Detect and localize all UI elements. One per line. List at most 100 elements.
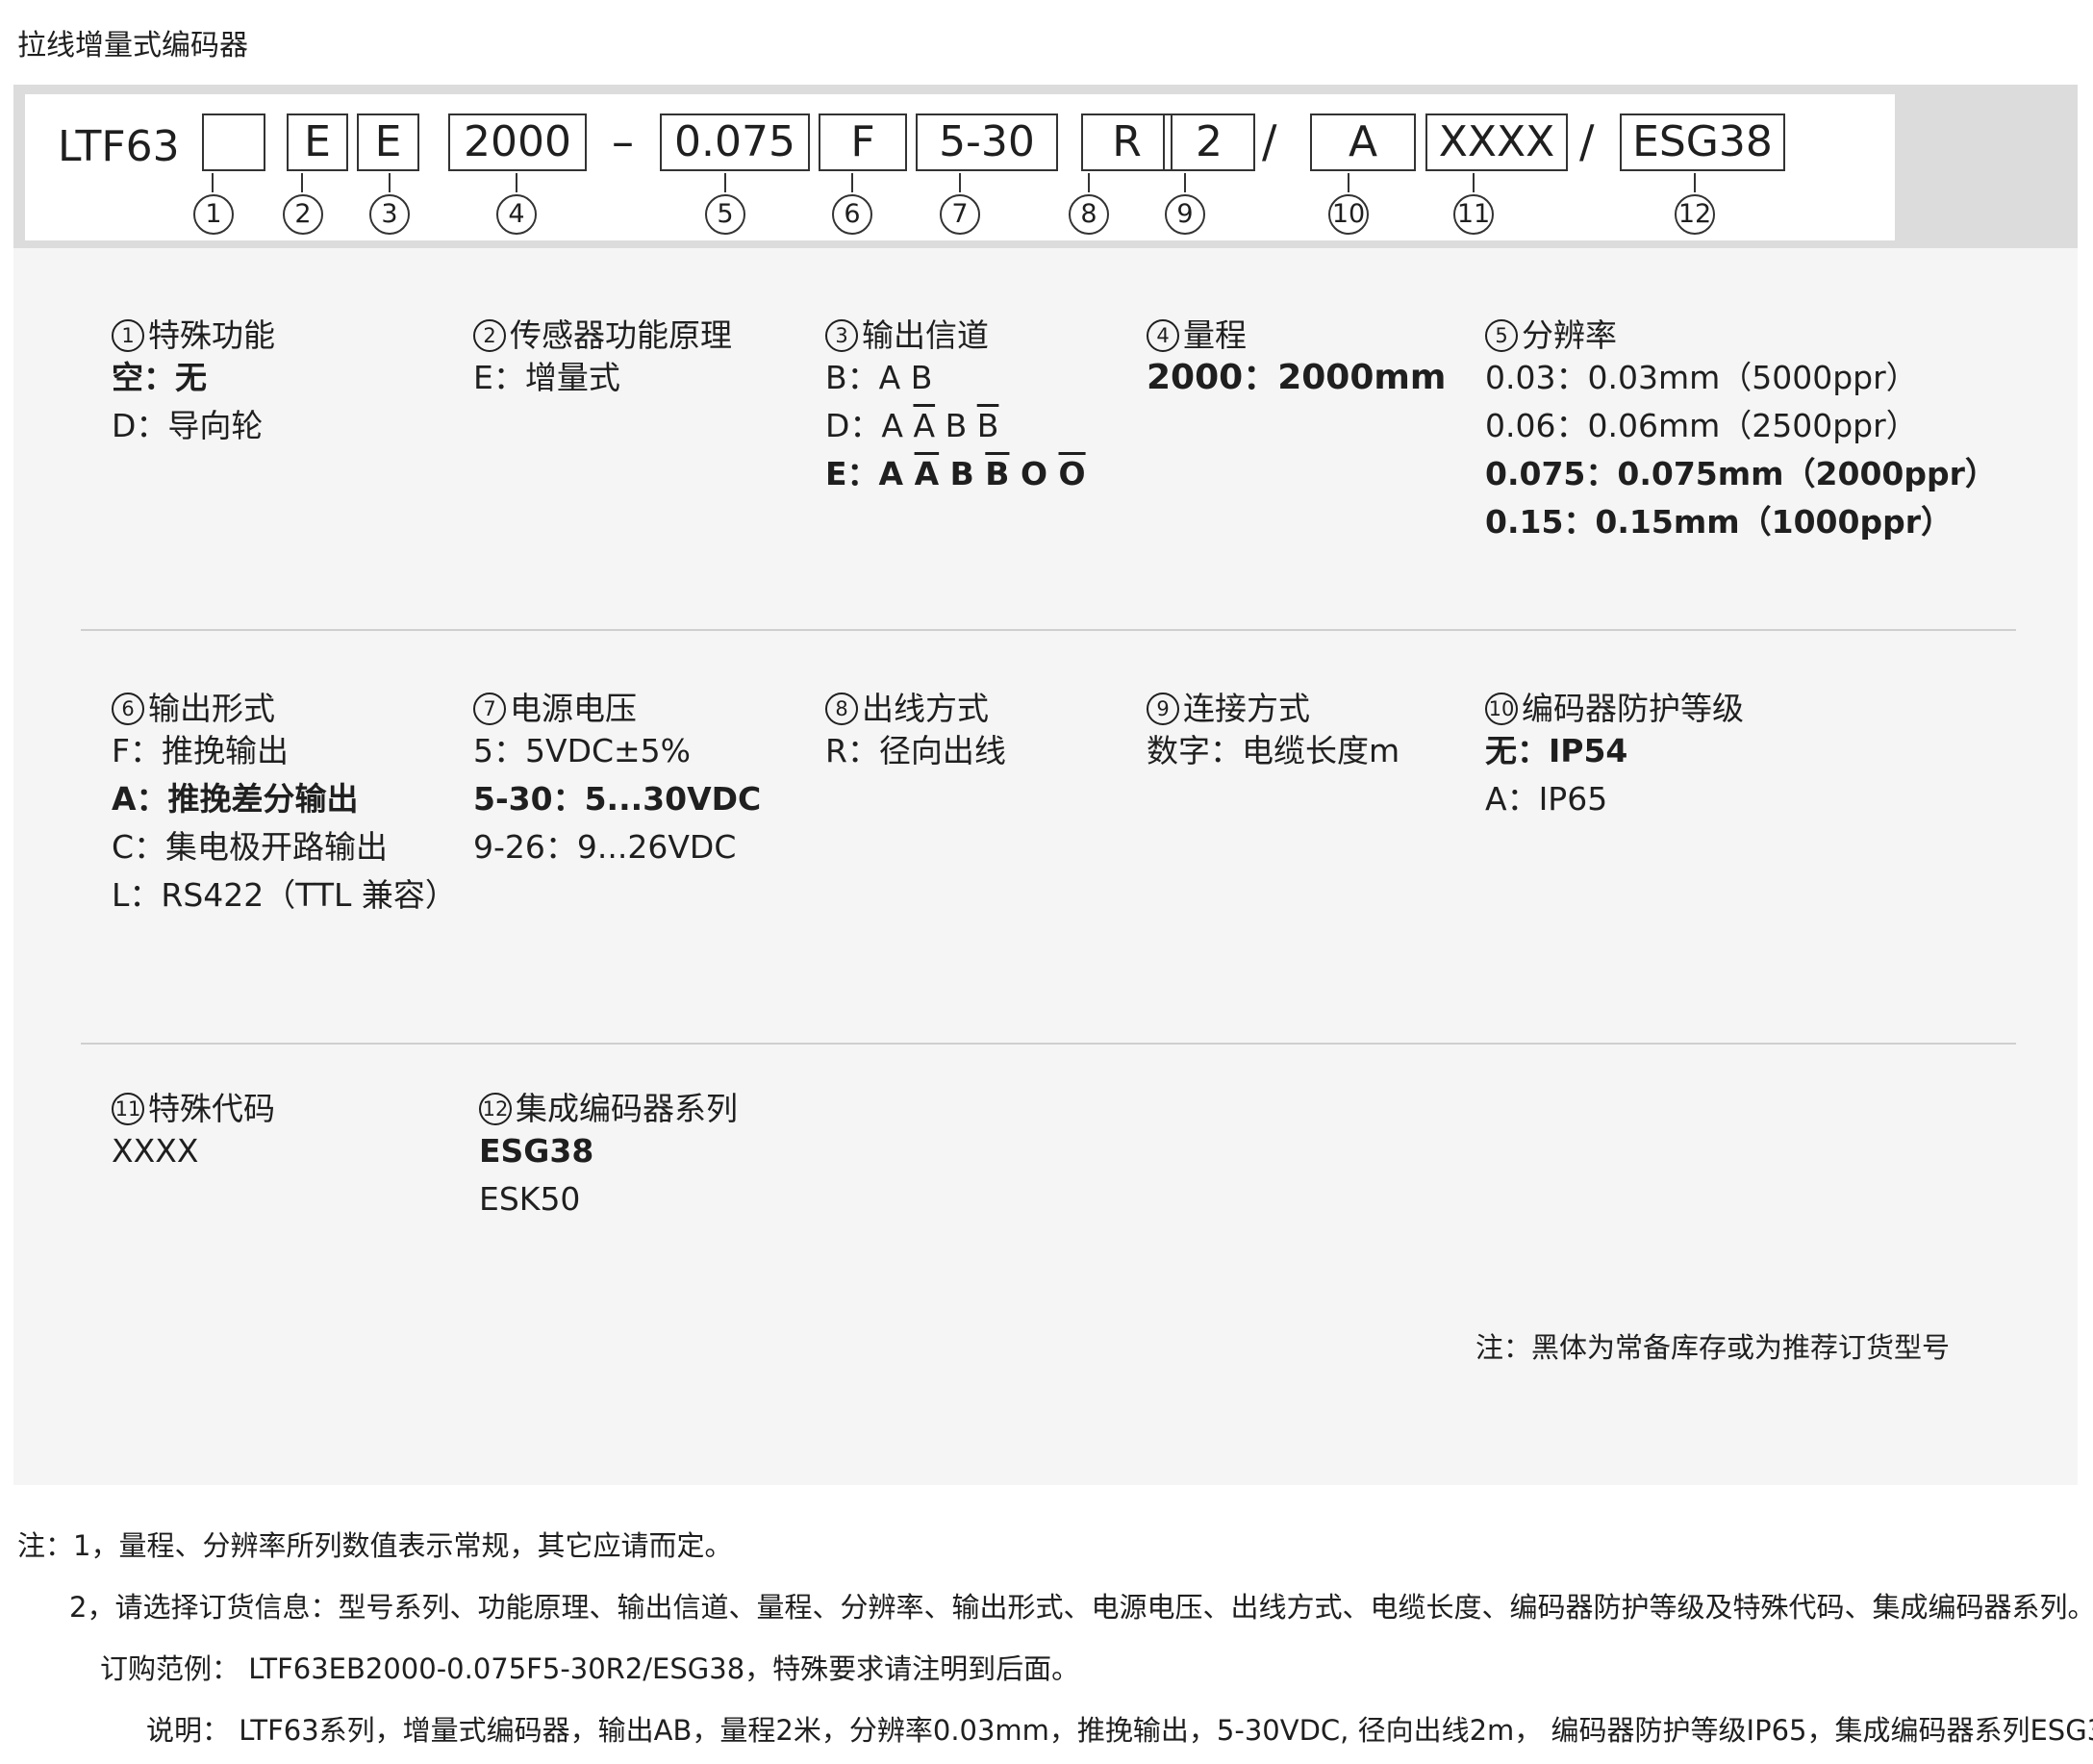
code-number-8: 8 <box>1069 194 1109 235</box>
circle-number: 8 <box>825 693 858 725</box>
option-line: F：推挽输出 <box>112 732 289 769</box>
code-number-7: 7 <box>940 194 980 235</box>
option-line: XXXX <box>112 1132 199 1170</box>
circle-number: 11 <box>112 1093 144 1125</box>
note-line-2: 2，请选择订货信息：型号系列、功能原理、输出信道、量程、分辨率、输出形式、电源电… <box>69 1591 2093 1624</box>
section-title: 编码器防护等级 <box>1522 690 1744 727</box>
option-key: D： <box>825 407 882 444</box>
option-line: C：集电极开路输出 <box>112 828 389 866</box>
code-number-3: 3 <box>369 194 410 235</box>
code-tick <box>389 173 391 192</box>
section-title: 特殊代码 <box>148 1090 275 1127</box>
option-line: 2000：2000mm <box>1147 358 1447 397</box>
signal-b: B <box>949 455 974 492</box>
code-dash: – <box>612 115 634 167</box>
code-tick <box>724 173 726 192</box>
section-sensor-principle: 2 传感器功能原理 E：增量式 <box>473 312 732 402</box>
option-key: E： <box>825 455 879 492</box>
option-line: 无：IP54 <box>1485 732 1628 769</box>
circle-number: 4 <box>1147 319 1179 352</box>
page-title: 拉线增量式编码器 <box>17 29 248 63</box>
code-number-1: 1 <box>193 194 234 235</box>
code-tick <box>959 173 961 192</box>
order-explanation: 说明： LTF63系列，增量式编码器，输出AB，量程2米，分辨率0.03mm，推… <box>146 1714 2093 1747</box>
code-tick <box>212 173 214 192</box>
circle-number: 9 <box>1147 693 1179 725</box>
option-line: 9-26：9...26VDC <box>473 828 737 866</box>
signal-a: A <box>878 359 901 396</box>
model-code-bar: LTF63 E E 2000 – 0.075 F 5-30 R 2 / A XX… <box>13 85 2078 248</box>
section-output-channel: 3 输出信道 B：A B D：A A B B E：A A B B O O <box>825 312 1086 498</box>
section-title: 集成编码器系列 <box>516 1090 738 1127</box>
code-number-5: 5 <box>705 194 745 235</box>
section-title: 电源电压 <box>510 690 637 727</box>
signal-b-inverted: B <box>985 455 1010 492</box>
code-number-6: 6 <box>832 194 872 235</box>
section-cable-exit: 8 出线方式 R：径向出线 <box>825 685 1006 775</box>
option-line: 数字：电缆长度m <box>1147 732 1400 769</box>
section-connection: 9 连接方式 数字：电缆长度m <box>1147 685 1400 775</box>
code-tick <box>301 173 303 192</box>
signal-o-inverted: O <box>1058 455 1086 492</box>
section-title: 输出形式 <box>148 690 275 727</box>
code-box-12: ESG38 <box>1620 113 1785 171</box>
code-box-9: 2 <box>1163 113 1255 171</box>
circle-number: 6 <box>112 693 144 725</box>
circle-number: 7 <box>473 693 506 725</box>
circle-number: 1 <box>112 319 144 352</box>
signal-a-inverted: A <box>914 455 940 492</box>
code-box-3: E <box>357 113 419 171</box>
option-line: A：IP65 <box>1485 780 1608 818</box>
option-line-d: D：A A B B <box>825 402 1086 450</box>
section-supply-voltage: 7 电源电压 5：5VDC±5% 5-30：5...30VDC 9-26：9...… <box>473 685 761 871</box>
signal-b: B <box>910 359 933 396</box>
code-number-12: 12 <box>1675 194 1715 235</box>
code-box-4: 2000 <box>448 113 587 171</box>
code-tick <box>1694 173 1696 192</box>
code-number-9: 9 <box>1165 194 1205 235</box>
option-line: 0.15：0.15mm（1000ppr） <box>1485 503 1953 541</box>
code-tick <box>1348 173 1349 192</box>
code-box-7: 5-30 <box>916 113 1058 171</box>
option-key: B： <box>825 359 879 396</box>
section-special-function: 1 特殊功能 空：无 D：导向轮 <box>112 312 275 450</box>
signal-b: B <box>945 407 968 444</box>
bold-legend-note: 注：黑体为常备库存或为推荐订货型号 <box>1475 1331 1951 1364</box>
model-code-area: LTF63 E E 2000 – 0.075 F 5-30 R 2 / A XX… <box>25 94 1895 240</box>
section-title: 输出信道 <box>862 316 989 354</box>
section-title: 出线方式 <box>862 690 989 727</box>
spec-panel: LTF63 E E 2000 – 0.075 F 5-30 R 2 / A XX… <box>13 85 2078 1485</box>
code-tick <box>1184 173 1186 192</box>
option-line: R：径向出线 <box>825 732 1006 769</box>
code-number-2: 2 <box>283 194 323 235</box>
code-tick <box>851 173 853 192</box>
option-line: 空：无 <box>112 359 207 396</box>
code-slash-2: / <box>1579 115 1595 167</box>
section-range: 4 量程 2000：2000mm <box>1147 312 1446 402</box>
option-line: 0.06：0.06mm（2500ppr） <box>1485 407 1918 444</box>
section-output-type: 6 输出形式 F：推挽输出 A：推挽差分输出 C：集电极开路输出 L：RS422（… <box>112 685 457 920</box>
section-integrated-encoder: 12 集成编码器系列 ESG38 ESK50 <box>479 1085 738 1223</box>
section-title: 连接方式 <box>1183 690 1310 727</box>
circle-number: 5 <box>1485 319 1518 352</box>
option-line: E：增量式 <box>473 359 620 396</box>
section-title: 量程 <box>1183 316 1247 354</box>
signal-o: O <box>1020 455 1048 492</box>
circle-number: 2 <box>473 319 506 352</box>
code-tick <box>1473 173 1475 192</box>
option-line-b: B：A B <box>825 354 1086 402</box>
section-special-code: 11 特殊代码 XXXX <box>112 1085 275 1175</box>
section-title: 传感器功能原理 <box>510 316 732 354</box>
code-box-2: E <box>287 113 348 171</box>
option-line: 0.075：0.075mm（2000ppr） <box>1485 455 1997 492</box>
signal-b-inverted: B <box>976 407 999 444</box>
option-line: L：RS422（TTL 兼容） <box>112 876 457 914</box>
row-divider <box>81 629 2016 631</box>
option-line: ESG38 <box>479 1132 594 1170</box>
code-prefix: LTF63 <box>58 122 180 171</box>
option-line: 5：5VDC±5% <box>473 732 692 769</box>
option-line-e: E：A A B B O O <box>825 450 1086 498</box>
order-example: 订购范例： LTF63EB2000-0.075F5-30R2/ESG38，特殊要… <box>100 1652 1080 1685</box>
option-line: D：导向轮 <box>112 407 264 444</box>
code-box-5: 0.075 <box>660 113 810 171</box>
